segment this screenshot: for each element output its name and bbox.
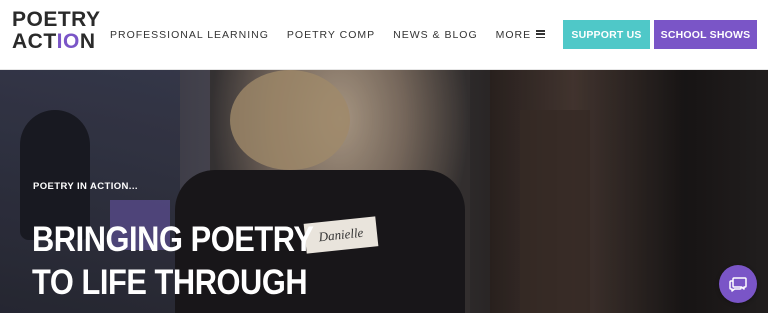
hero-headline-line-1: BRINGING POETRY xyxy=(32,220,314,259)
nav-news-blog[interactable]: NEWS & BLOG xyxy=(393,29,478,41)
nav-poetry-comp[interactable]: POETRY COMP xyxy=(287,29,375,41)
nav-more-label: MORE xyxy=(495,29,532,41)
logo-line-2-start: ACT xyxy=(12,30,57,53)
logo-line-1: POETRY xyxy=(12,8,101,31)
chat-launcher-button[interactable] xyxy=(719,265,757,303)
nav-more[interactable]: MORE xyxy=(496,29,546,41)
site-header: POETRY ACTION PROFESSIONAL LEARNING POET… xyxy=(0,0,768,70)
poetry-in-action-logo[interactable]: POETRY ACTION xyxy=(12,8,101,53)
logo-line-2-accent: IO xyxy=(56,30,80,53)
main-nav: PROFESSIONAL LEARNING POETRY COMP NEWS &… xyxy=(110,27,546,43)
hero-headline-line-2: TO LIFE THROUGH xyxy=(32,263,308,302)
logo-line-2: ACTION xyxy=(12,30,95,53)
hero-headline: BRINGING POETRY TO LIFE THROUGH xyxy=(32,218,314,304)
hamburger-menu-icon xyxy=(536,30,546,39)
support-us-button[interactable]: SUPPORT US xyxy=(563,20,650,49)
logo-line-2-end: N xyxy=(79,30,96,53)
nav-professional-learning[interactable]: PROFESSIONAL LEARNING xyxy=(110,29,269,41)
school-shows-button[interactable]: SCHOOL SHOWS xyxy=(654,20,757,49)
hero-eyebrow: POETRY IN ACTION... xyxy=(33,181,138,192)
chat-bubbles-icon xyxy=(729,277,747,292)
